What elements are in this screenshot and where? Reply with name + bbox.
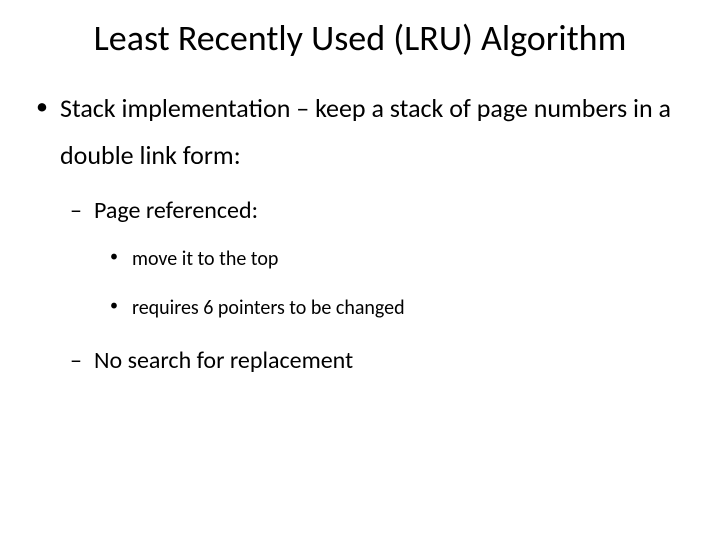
slide-title: Least Recently Used (LRU) Algorithm xyxy=(30,18,690,59)
bullet-level3: move it to the top xyxy=(30,245,690,274)
bullet-level2: Page referenced: xyxy=(30,193,690,229)
bullet-level1: Stack implementation – keep a stack of p… xyxy=(30,85,690,179)
bullet-level3: requires 6 pointers to be changed xyxy=(30,294,690,323)
bullet-level2: No search for replacement xyxy=(30,343,690,379)
